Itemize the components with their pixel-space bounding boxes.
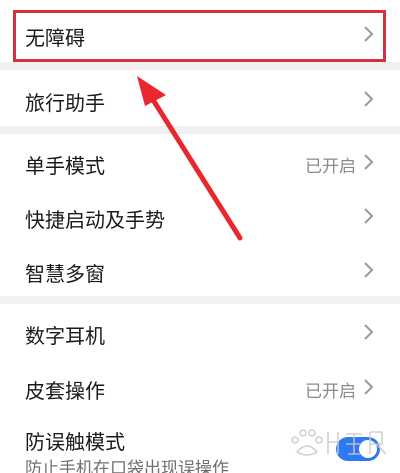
settings-item-subtitle: 防止手机在口袋出现误操作 bbox=[25, 459, 229, 473]
settings-item-accessibility[interactable]: 无障碍 bbox=[0, 0, 400, 62]
chevron-right-icon bbox=[363, 89, 375, 109]
chevron-right-icon bbox=[363, 260, 375, 280]
settings-item-label: 无障碍 bbox=[25, 26, 85, 50]
toggle-knob bbox=[359, 440, 377, 458]
chevron-right-icon bbox=[363, 152, 375, 172]
settings-item-label: 快捷启动及手势 bbox=[25, 208, 165, 232]
chevron-right-icon bbox=[363, 24, 375, 44]
settings-item-cover-operation[interactable]: 皮套操作 已开启 bbox=[0, 358, 400, 414]
settings-item-label: 智慧多窗 bbox=[25, 262, 105, 286]
settings-item-one-handed-mode[interactable]: 单手模式 已开启 bbox=[0, 134, 400, 188]
settings-item-travel-assistant[interactable]: 旅行助手 bbox=[0, 70, 400, 126]
settings-screen: 无障碍 旅行助手 单手模式 已开启 快捷启动及手势 智慧多窗 数字耳机 皮套操作… bbox=[0, 0, 400, 473]
settings-item-smart-multi-window[interactable]: 智慧多窗 bbox=[0, 242, 400, 296]
settings-item-label: 皮套操作 bbox=[25, 379, 105, 403]
settings-group-1: 无障碍 bbox=[0, 0, 400, 62]
settings-item-label: 防误触模式 bbox=[25, 430, 125, 454]
settings-item-digital-headset[interactable]: 数字耳机 bbox=[0, 304, 400, 358]
settings-item-label: 数字耳机 bbox=[25, 324, 105, 348]
chevron-right-icon bbox=[363, 206, 375, 226]
chevron-right-icon bbox=[363, 377, 375, 397]
status-text: 已开启 bbox=[305, 382, 356, 402]
settings-group-2: 旅行助手 bbox=[0, 70, 400, 126]
status-text: 已开启 bbox=[305, 157, 356, 177]
settings-item-label: 旅行助手 bbox=[25, 91, 105, 115]
chevron-right-icon bbox=[363, 322, 375, 342]
settings-item-label: 单手模式 bbox=[25, 154, 105, 178]
settings-item-quick-launch-gestures[interactable]: 快捷启动及手势 bbox=[0, 188, 400, 242]
mistouch-toggle-switch[interactable] bbox=[336, 437, 380, 461]
settings-group-3: 单手模式 已开启 快捷启动及手势 智慧多窗 bbox=[0, 134, 400, 296]
